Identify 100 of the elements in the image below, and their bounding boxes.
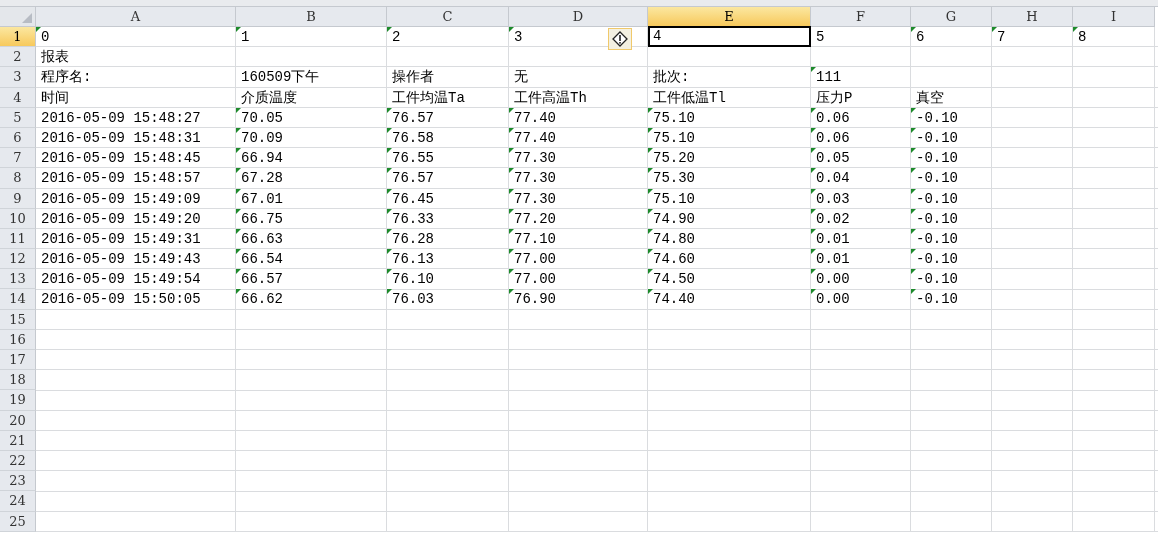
table-cell[interactable]: 74.90 [653, 208, 695, 229]
table-cell[interactable]: 2016-05-09 15:49:54 [41, 269, 201, 290]
row-header[interactable]: 10 [0, 208, 36, 229]
table-cell[interactable]: 2 [392, 27, 401, 48]
table-cell[interactable]: 74.50 [653, 269, 695, 290]
table-cell[interactable]: 工件均温Ta [392, 87, 465, 108]
table-cell[interactable]: 76.45 [392, 188, 434, 209]
table-cell[interactable]: 2016-05-09 15:49:43 [41, 249, 201, 270]
table-cell[interactable]: 76.03 [392, 289, 434, 310]
table-cell[interactable]: 67.01 [241, 188, 283, 209]
table-cell[interactable]: 77.00 [514, 269, 556, 290]
row-header[interactable]: 16 [0, 329, 36, 350]
table-cell[interactable]: 0.06 [816, 127, 850, 149]
table-cell[interactable]: 70.09 [241, 127, 283, 149]
row-header[interactable]: 7 [0, 148, 36, 169]
table-cell[interactable]: 操作者 [392, 67, 434, 88]
active-cell[interactable]: 4 [648, 26, 811, 47]
table-cell[interactable]: -0.10 [916, 107, 958, 128]
table-cell[interactable]: 67.28 [241, 168, 283, 189]
row-header[interactable]: 4 [0, 87, 36, 108]
column-header[interactable]: E [648, 7, 811, 27]
table-cell[interactable]: 75.10 [653, 188, 695, 209]
table-cell[interactable]: 76.33 [392, 208, 434, 229]
table-cell[interactable]: 66.62 [241, 289, 283, 310]
column-header[interactable]: C [387, 7, 509, 27]
table-cell[interactable]: 66.57 [241, 269, 283, 290]
table-cell[interactable]: 75.20 [653, 148, 695, 169]
row-header[interactable]: 2 [0, 47, 36, 68]
row-header[interactable]: 6 [0, 127, 36, 149]
column-header[interactable]: G [911, 7, 992, 27]
row-header[interactable]: 3 [0, 67, 36, 88]
table-cell[interactable]: 报表 [41, 47, 69, 68]
table-cell[interactable]: 77.30 [514, 188, 556, 209]
table-cell[interactable]: 2016-05-09 15:49:31 [41, 228, 201, 250]
table-cell[interactable]: 2016-05-09 15:50:05 [41, 289, 201, 310]
table-cell[interactable]: 2016-05-09 15:48:45 [41, 148, 201, 169]
table-cell[interactable]: -0.10 [916, 289, 958, 310]
table-cell[interactable]: 76.90 [514, 289, 556, 310]
table-cell[interactable]: 真空 [916, 87, 944, 108]
table-cell[interactable]: 程序名: [41, 67, 92, 88]
row-header[interactable]: 20 [0, 410, 36, 431]
table-cell[interactable]: 工件低温Tl [653, 87, 726, 108]
table-cell[interactable]: 0.06 [816, 107, 850, 128]
column-header[interactable]: B [236, 7, 387, 27]
table-cell[interactable]: 66.75 [241, 208, 283, 229]
table-cell[interactable]: 77.00 [514, 249, 556, 270]
table-cell[interactable]: 3 [514, 27, 523, 48]
table-cell[interactable]: 压力P [816, 87, 853, 108]
row-header[interactable]: 14 [0, 289, 36, 310]
table-cell[interactable]: 0.02 [816, 208, 850, 229]
table-cell[interactable]: 76.55 [392, 148, 434, 169]
table-cell[interactable]: 77.30 [514, 168, 556, 189]
table-cell[interactable]: 0.00 [816, 269, 850, 290]
table-cell[interactable]: 75.10 [653, 127, 695, 149]
column-header[interactable]: D [509, 7, 648, 27]
table-cell[interactable]: 66.94 [241, 148, 283, 169]
row-header[interactable]: 25 [0, 511, 36, 532]
row-header[interactable]: 5 [0, 107, 36, 128]
row-header[interactable]: 1 [0, 27, 36, 48]
table-cell[interactable]: -0.10 [916, 127, 958, 149]
row-header[interactable]: 21 [0, 430, 36, 451]
column-header[interactable]: F [811, 7, 911, 27]
table-cell[interactable]: 76.28 [392, 228, 434, 250]
table-cell[interactable]: 74.40 [653, 289, 695, 310]
table-cell[interactable]: 77.30 [514, 148, 556, 169]
table-cell[interactable]: -0.10 [916, 208, 958, 229]
table-cell[interactable]: 76.58 [392, 127, 434, 149]
table-cell[interactable]: -0.10 [916, 168, 958, 189]
row-header[interactable]: 9 [0, 188, 36, 209]
table-cell[interactable]: 0 [41, 27, 50, 48]
row-header[interactable]: 8 [0, 168, 36, 189]
column-header[interactable]: I [1073, 7, 1155, 27]
table-cell[interactable]: 77.40 [514, 127, 556, 149]
table-cell[interactable]: 74.60 [653, 249, 695, 270]
column-header[interactable]: H [992, 7, 1073, 27]
table-cell[interactable]: 7 [997, 27, 1006, 48]
table-cell[interactable]: 批次: [653, 67, 690, 88]
table-cell[interactable]: 0.00 [816, 289, 850, 310]
table-cell[interactable]: 70.05 [241, 107, 283, 128]
row-header[interactable]: 15 [0, 309, 36, 330]
table-cell[interactable]: 工件高温Th [514, 87, 587, 108]
row-header[interactable]: 19 [0, 390, 36, 411]
table-cell[interactable]: -0.10 [916, 188, 958, 209]
table-cell[interactable]: 1 [241, 27, 250, 48]
table-cell[interactable]: 介质温度 [241, 87, 297, 108]
table-cell[interactable]: 8 [1078, 27, 1087, 48]
table-cell[interactable]: 77.40 [514, 107, 556, 128]
row-header[interactable]: 23 [0, 471, 36, 492]
row-header[interactable]: 11 [0, 228, 36, 250]
table-cell[interactable]: 2016-05-09 15:48:31 [41, 127, 201, 149]
row-header[interactable]: 13 [0, 269, 36, 290]
table-cell[interactable]: 时间 [41, 87, 69, 108]
table-cell[interactable]: 75.10 [653, 107, 695, 128]
table-cell[interactable]: -0.10 [916, 269, 958, 290]
warning-button[interactable] [608, 28, 632, 50]
row-header[interactable]: 12 [0, 249, 36, 270]
table-cell[interactable]: -0.10 [916, 249, 958, 270]
table-cell[interactable]: 76.57 [392, 107, 434, 128]
table-cell[interactable]: 160509下午 [241, 67, 320, 88]
table-cell[interactable]: 2016-05-09 15:48:27 [41, 107, 201, 128]
